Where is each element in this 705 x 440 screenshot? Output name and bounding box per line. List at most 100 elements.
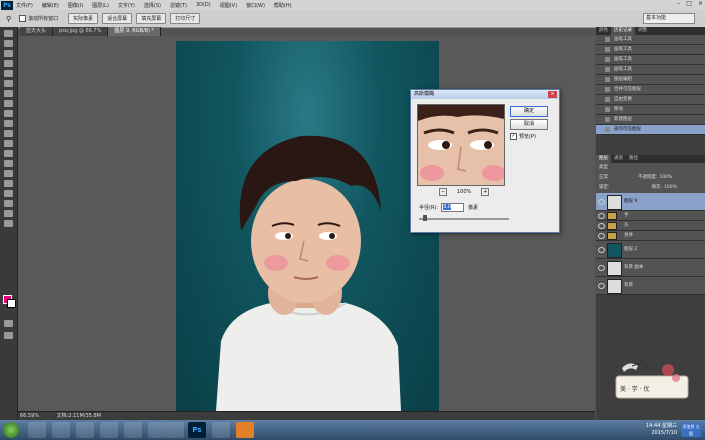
- fill-screen-button[interactable]: 填充屏幕: [136, 13, 167, 24]
- layer-group-row[interactable]: 头: [596, 221, 705, 231]
- system-clock[interactable]: 14:44 星期三 2015/7/10: [646, 423, 677, 437]
- history-item[interactable]: 图层编组: [596, 75, 705, 85]
- history-item[interactable]: 自由变换: [596, 95, 705, 105]
- cancel-button[interactable]: 取消: [510, 119, 548, 130]
- history-item[interactable]: 画笔工具: [596, 35, 705, 45]
- tab-paths[interactable]: 路径: [626, 155, 641, 163]
- scroll-all-checkbox[interactable]: [19, 15, 27, 22]
- move-tool-icon[interactable]: [4, 30, 13, 37]
- taskbar-app-icon[interactable]: [166, 422, 184, 438]
- zoom-tool-icon[interactable]: [4, 220, 13, 227]
- zoom-out-icon[interactable]: −: [439, 188, 447, 196]
- hand-tool-icon[interactable]: [4, 210, 13, 217]
- layer-group-row[interactable]: 手: [596, 211, 705, 221]
- brush-tool-icon[interactable]: [4, 100, 13, 107]
- dodge-tool-icon[interactable]: [4, 160, 13, 167]
- tab-document[interactable]: 蓝天大头: [20, 27, 54, 36]
- pen-tool-icon[interactable]: [4, 170, 13, 177]
- tab-history[interactable]: 历史记录: [611, 27, 635, 35]
- taskbar-app-icon[interactable]: [100, 422, 118, 438]
- taskbar-app-icon[interactable]: [28, 422, 46, 438]
- radius-input[interactable]: 3.0: [441, 203, 465, 212]
- tab-channels[interactable]: 通道: [611, 155, 626, 163]
- visibility-eye-icon[interactable]: [598, 265, 605, 271]
- menu-edit[interactable]: 编辑(E): [42, 2, 59, 9]
- taskbar-app-icon[interactable]: [148, 422, 166, 438]
- quick-select-tool-icon[interactable]: [4, 60, 13, 67]
- blur-preview[interactable]: [417, 104, 505, 186]
- photoshop-taskbar-icon[interactable]: Ps: [188, 422, 206, 438]
- stamp-tool-icon[interactable]: [4, 110, 13, 117]
- blend-mode-select[interactable]: 正常: [599, 173, 608, 183]
- workspace-select[interactable]: 基本功能: [643, 13, 695, 24]
- close-icon[interactable]: ×: [548, 91, 557, 98]
- zoom-level[interactable]: 66.59%: [20, 413, 39, 419]
- taskbar-app-icon[interactable]: [52, 422, 70, 438]
- fit-screen-button[interactable]: 适合屏幕: [102, 13, 133, 24]
- visibility-eye-icon[interactable]: [598, 247, 605, 253]
- print-size-button[interactable]: 打印尺寸: [170, 13, 201, 24]
- menu-layer[interactable]: 图层(L): [92, 2, 109, 9]
- layer-row[interactable]: 背景: [596, 277, 705, 295]
- start-button-icon[interactable]: [3, 422, 19, 438]
- marquee-tool-icon[interactable]: [4, 40, 13, 47]
- path-select-tool-icon[interactable]: [4, 190, 13, 197]
- history-item[interactable]: 合并可见图层: [596, 85, 705, 95]
- taskbar-app-icon[interactable]: [76, 422, 94, 438]
- history-brush-tool-icon[interactable]: [4, 120, 13, 127]
- menu-filter[interactable]: 滤镜(T): [170, 2, 187, 9]
- fill-field[interactable]: 100%: [664, 183, 677, 193]
- history-item[interactable]: 移动: [596, 105, 705, 115]
- kind-select[interactable]: 类型: [599, 165, 608, 170]
- visibility-eye-icon[interactable]: [598, 233, 605, 239]
- tab-color[interactable]: 颜色: [596, 27, 611, 35]
- opacity-field[interactable]: 100%: [660, 173, 673, 183]
- menu-view[interactable]: 视图(V): [220, 2, 237, 9]
- screen-mode-icon[interactable]: [4, 332, 13, 339]
- taskbar-app-icon[interactable]: [212, 422, 230, 438]
- history-item[interactable]: 新建图层: [596, 115, 705, 125]
- tray-badge[interactable]: 添加到 大图: [681, 423, 701, 437]
- quick-mask-icon[interactable]: [4, 320, 13, 327]
- history-item[interactable]: 画笔工具: [596, 45, 705, 55]
- zoom-in-icon[interactable]: +: [481, 188, 490, 196]
- healing-tool-icon[interactable]: [4, 90, 13, 97]
- preview-checkbox[interactable]: ✓: [510, 133, 517, 140]
- visibility-eye-icon[interactable]: [598, 223, 605, 229]
- tab-document[interactable]: psq.jpg @ 66.7%: [53, 27, 109, 36]
- layer-row[interactable]: 背景 副本: [596, 259, 705, 277]
- menu-file[interactable]: 文件(F): [16, 2, 33, 9]
- shape-tool-icon[interactable]: [4, 200, 13, 207]
- history-item-selected[interactable]: 盖印可见图层: [596, 125, 705, 135]
- crop-tool-icon[interactable]: [4, 70, 13, 77]
- eyedropper-tool-icon[interactable]: [4, 80, 13, 87]
- background-color-swatch[interactable]: [7, 299, 16, 308]
- text-tool-icon[interactable]: [4, 180, 13, 187]
- tab-layers[interactable]: 图层: [596, 155, 611, 163]
- radius-slider-thumb[interactable]: [423, 215, 427, 221]
- layer-row[interactable]: 图层 2: [596, 241, 705, 259]
- zoom-tool-icon[interactable]: ⚲: [6, 15, 11, 23]
- menu-help[interactable]: 帮助(H): [274, 2, 292, 9]
- layer-row-selected[interactable]: 图层 9: [596, 193, 705, 211]
- tab-document-active[interactable]: 图层 9, RGB/8) *: [108, 27, 161, 36]
- history-item[interactable]: 画笔工具: [596, 55, 705, 65]
- visibility-eye-icon[interactable]: [598, 283, 605, 289]
- ok-button[interactable]: 确定: [510, 106, 548, 117]
- minimize-icon[interactable]: –: [677, 0, 680, 7]
- menu-select[interactable]: 选择(S): [144, 2, 161, 9]
- gradient-tool-icon[interactable]: [4, 140, 13, 147]
- menu-type[interactable]: 文字(Y): [118, 2, 135, 9]
- menu-3d[interactable]: 3D(D): [196, 2, 211, 8]
- maximize-icon[interactable]: □: [686, 0, 692, 7]
- layer-group-row[interactable]: 身体: [596, 231, 705, 241]
- menu-image[interactable]: 图像(I): [68, 2, 83, 9]
- powerpoint-taskbar-icon[interactable]: [236, 422, 254, 438]
- tab-adjustments[interactable]: 调整: [635, 27, 650, 35]
- eraser-tool-icon[interactable]: [4, 130, 13, 137]
- actual-pixels-button[interactable]: 实际像素: [68, 13, 99, 24]
- visibility-eye-icon[interactable]: [598, 213, 605, 219]
- lasso-tool-icon[interactable]: [4, 50, 13, 57]
- taskbar-app-icon[interactable]: [124, 422, 142, 438]
- visibility-eye-icon[interactable]: [598, 199, 605, 205]
